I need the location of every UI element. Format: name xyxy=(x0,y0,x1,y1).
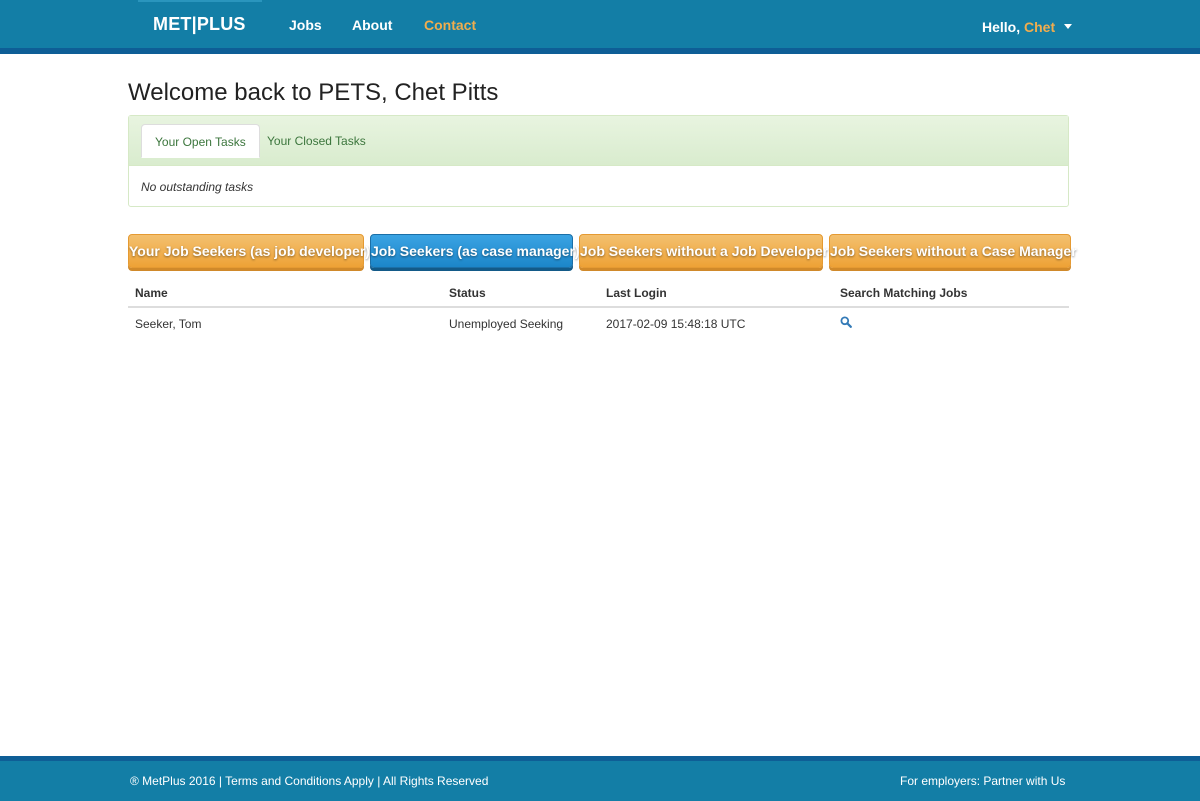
nav-jobs-link[interactable]: Jobs xyxy=(289,17,322,33)
nav-about-link[interactable]: About xyxy=(352,17,392,33)
header-status: Status xyxy=(449,286,486,300)
brand-logo[interactable]: MET|PLUS xyxy=(153,14,246,35)
brand-highlight-bar xyxy=(138,0,262,2)
user-name: Chet xyxy=(1024,19,1056,35)
header-search-matching-jobs: Search Matching Jobs xyxy=(840,286,968,300)
case-manager-seekers-button[interactable]: Job Seekers (as case manager) xyxy=(370,234,580,268)
job-seekers-table: Name Status Last Login Search Matching J… xyxy=(128,280,1069,340)
copyright-text: ® MetPlus 2016 xyxy=(130,774,216,788)
footer-copyright: ® MetPlus 2016 | Terms and Conditions Ap… xyxy=(130,774,488,788)
chevron-down-icon xyxy=(1064,24,1073,29)
tasks-tab-bar: Your Open Tasks Your Closed Tasks xyxy=(129,116,1068,166)
page-footer: ® MetPlus 2016 | Terms and Conditions Ap… xyxy=(0,756,1200,801)
job-developer-seekers-button[interactable]: Your Job Seekers (as job developer) xyxy=(128,234,370,268)
tab-closed-tasks[interactable]: Your Closed Tasks xyxy=(254,124,379,158)
seeker-last-login: 2017-02-09 15:48:18 UTC xyxy=(606,317,746,331)
header-name: Name xyxy=(135,286,168,300)
employers-prefix: For employers: xyxy=(900,774,984,788)
no-tasks-message: No outstanding tasks xyxy=(141,180,254,194)
terms-link[interactable]: Terms and Conditions Apply xyxy=(225,774,374,788)
footer-top-border xyxy=(0,756,1200,761)
header-last-login: Last Login xyxy=(606,286,667,300)
seekers-without-job-developer-button[interactable]: Job Seekers without a Job Developer xyxy=(579,234,828,268)
partner-with-us-link[interactable]: Partner with Us xyxy=(983,774,1065,788)
seekers-without-case-manager-button[interactable]: Job Seekers without a Case Manager xyxy=(829,234,1077,268)
top-navbar: MET|PLUS Jobs About Contact Hello, Chet xyxy=(0,0,1200,54)
footer-employers: For employers: Partner with Us xyxy=(900,774,1065,788)
tab-open-tasks[interactable]: Your Open Tasks xyxy=(141,124,260,158)
nav-contact-link[interactable]: Contact xyxy=(424,17,476,33)
tasks-panel: Your Open Tasks Your Closed Tasks No out… xyxy=(128,115,1069,207)
greeting-text: Hello, xyxy=(982,19,1021,35)
table-header: Name Status Last Login Search Matching J… xyxy=(128,280,1069,308)
user-menu-toggle[interactable]: Hello, Chet xyxy=(982,19,1073,35)
rights-text: | All Rights Reserved xyxy=(373,774,489,788)
table-row: Seeker, Tom Unemployed Seeking 2017-02-0… xyxy=(128,308,1069,340)
navbar-bottom-border xyxy=(0,48,1200,54)
footer-separator: | xyxy=(215,774,226,788)
seeker-name-link[interactable]: Seeker, Tom xyxy=(135,317,201,331)
seeker-status: Unemployed Seeking xyxy=(449,317,564,331)
search-icon[interactable] xyxy=(840,316,852,328)
page-title: Welcome back to PETS, Chet Pitts xyxy=(128,79,499,106)
